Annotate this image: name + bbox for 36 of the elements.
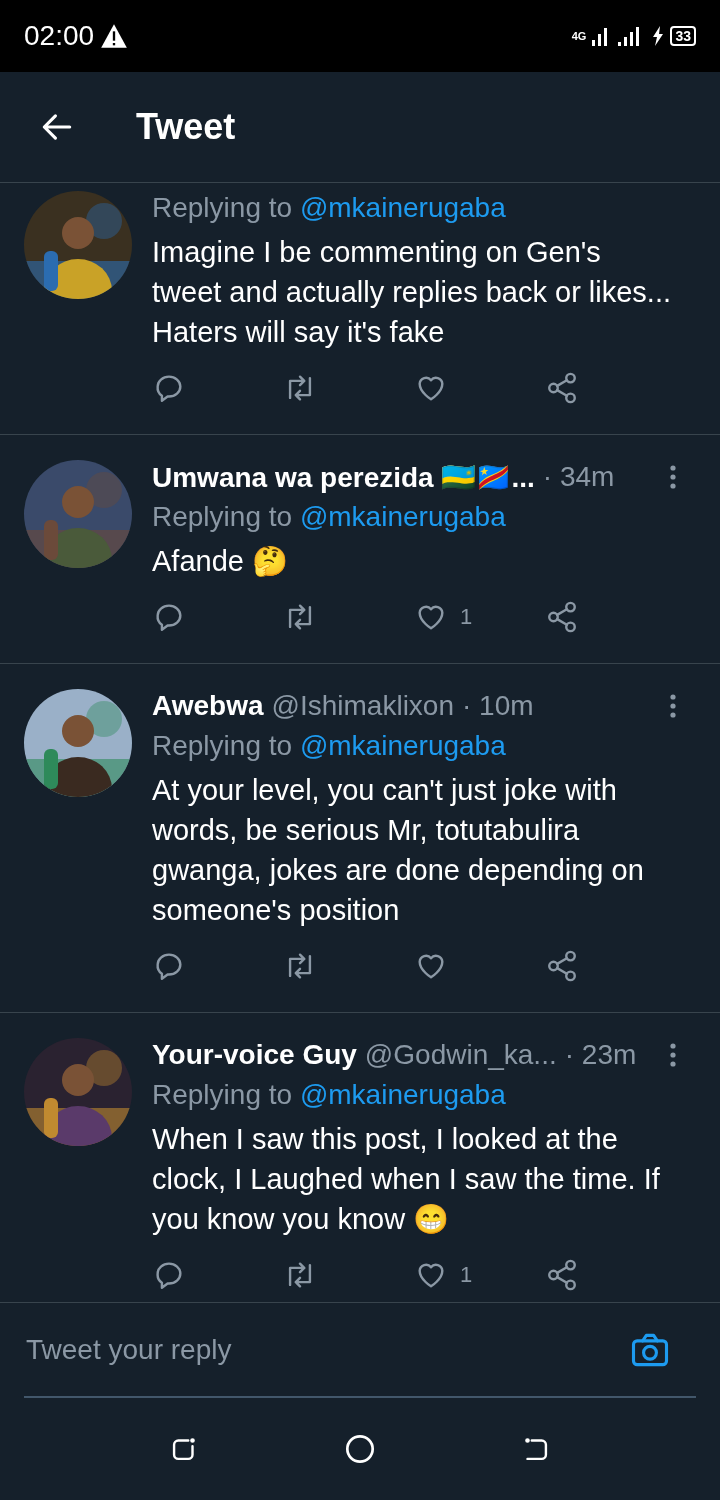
- warning-icon: [100, 23, 129, 49]
- tweet-text: When I saw this post, I looked at the clock, I Laughed when I saw the time. If you know you know 😁: [152, 1122, 661, 1237]
- user-name: Your-voice Guy: [152, 1039, 357, 1071]
- user-name: Awebwa: [152, 690, 264, 722]
- status-time: 02:00: [24, 20, 95, 52]
- tweet-time: · 23m: [564, 1039, 637, 1071]
- replying-to-line: Replying to @mkainerugaba: [152, 191, 507, 225]
- like-button[interactable]: 1: [414, 1258, 545, 1292]
- tweet-time: · 34m: [542, 461, 615, 493]
- page-title: Tweet: [136, 106, 236, 148]
- mention-link[interactable]: @mkainerugaba: [299, 730, 506, 761]
- share-icon: [545, 600, 579, 634]
- like-button[interactable]: 1: [414, 600, 545, 634]
- user-handle: @Godwin_ka...: [364, 1039, 557, 1071]
- tweet-text: Imagine I be commenting on Gen's tweet and actually replies back or likes... Haters will say it's fake: [152, 235, 673, 350]
- share-icon: [545, 1258, 579, 1292]
- share-icon: [545, 949, 579, 983]
- replying-to-line: Replying to @mkainerugaba: [152, 1078, 507, 1112]
- replying-to-line: Replying to @mkainerugaba: [152, 500, 507, 534]
- tweet-text: Afande 🤔: [152, 544, 289, 579]
- mention-link[interactable]: @mkainerugaba: [299, 192, 506, 223]
- more-options-icon[interactable]: [670, 694, 676, 718]
- tweet-time: · 10m: [462, 690, 534, 722]
- tweet-text: At your level, you can't just joke with words, be serious Mr, totutabulira gwanga, jokes are done depending on someone's position: [152, 773, 645, 928]
- mention-link[interactable]: @mkainerugaba: [299, 501, 506, 532]
- battery-level: 33: [670, 26, 696, 46]
- replying-to-line: Replying to @mkainerugaba: [152, 729, 507, 763]
- network-type: 4G: [571, 30, 587, 42]
- user-handle: @Ishimaklixon: [271, 690, 454, 722]
- reply-input-field[interactable]: Tweet your reply: [24, 1332, 628, 1367]
- more-options-icon[interactable]: [670, 465, 676, 489]
- mention-link[interactable]: @mkainerugaba: [299, 1079, 506, 1110]
- user-name: Umwana wa perezida 🇷🇼🇨🇩...: [152, 460, 535, 494]
- charging-icon: [652, 26, 665, 46]
- share-icon: [545, 371, 579, 405]
- more-options-icon[interactable]: [670, 1043, 676, 1067]
